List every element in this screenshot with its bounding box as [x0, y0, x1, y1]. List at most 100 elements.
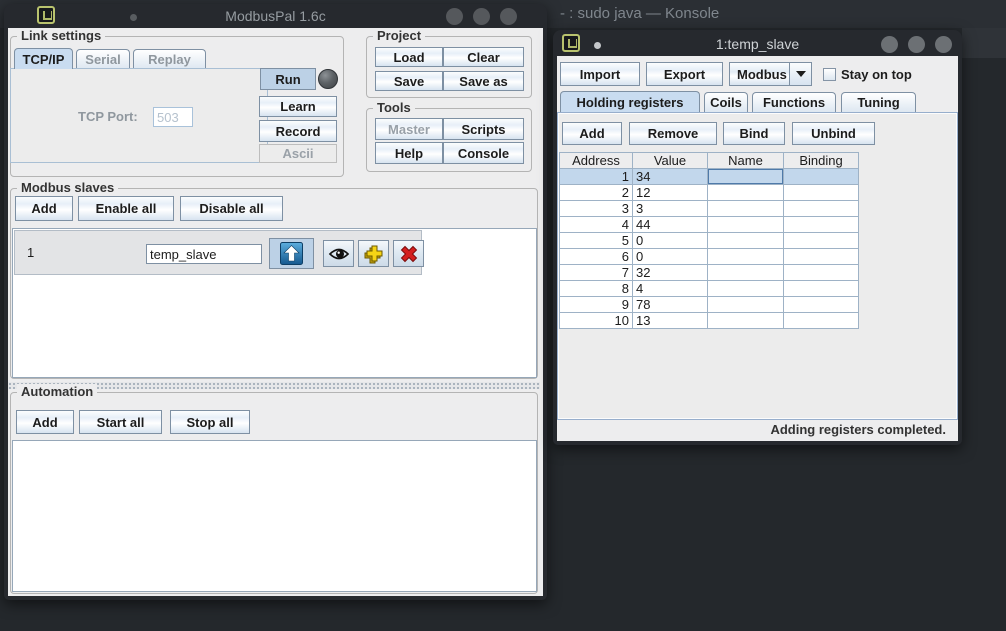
clear-button[interactable]: Clear — [443, 47, 524, 67]
cell-address[interactable]: 1 — [560, 169, 633, 185]
cell-value[interactable]: 12 — [633, 185, 708, 201]
slave-delete-button[interactable] — [393, 240, 424, 267]
table-row[interactable]: 134 — [560, 169, 859, 185]
cell-address[interactable]: 8 — [560, 281, 633, 297]
disable-all-button[interactable]: Disable all — [180, 196, 283, 221]
automation-add-button[interactable]: Add — [16, 410, 74, 434]
cell-address[interactable]: 2 — [560, 185, 633, 201]
cell-binding[interactable] — [784, 313, 859, 329]
table-row[interactable]: 33 — [560, 201, 859, 217]
cell-value[interactable]: 34 — [633, 169, 708, 185]
header-value[interactable]: Value — [633, 153, 708, 169]
enable-all-button[interactable]: Enable all — [78, 196, 174, 221]
cell-name[interactable] — [708, 249, 784, 265]
cell-binding[interactable] — [784, 249, 859, 265]
tcp-port-input[interactable]: 503 — [153, 107, 193, 127]
close-button[interactable] — [935, 36, 952, 53]
cell-binding[interactable] — [784, 265, 859, 281]
cell-binding[interactable] — [784, 185, 859, 201]
tab-coils[interactable]: Coils — [704, 92, 748, 112]
load-button[interactable]: Load — [375, 47, 443, 67]
tab-holding-registers[interactable]: Holding registers — [560, 91, 700, 112]
tab-serial[interactable]: Serial — [76, 49, 130, 69]
maximize-button[interactable] — [473, 8, 490, 25]
cell-address[interactable]: 10 — [560, 313, 633, 329]
app-icon[interactable] — [37, 6, 55, 24]
register-bind-button[interactable]: Bind — [723, 122, 785, 145]
slave-name-input[interactable]: temp_slave — [146, 244, 262, 264]
cell-value[interactable]: 0 — [633, 249, 708, 265]
slave-duplicate-button[interactable] — [358, 240, 389, 267]
console-button[interactable]: Console — [443, 142, 524, 164]
modbuspal-titlebar[interactable]: ModbusPal 1.6c — [4, 4, 547, 28]
table-row[interactable]: 212 — [560, 185, 859, 201]
cell-value[interactable]: 13 — [633, 313, 708, 329]
cell-name[interactable] — [708, 233, 784, 249]
cell-address[interactable]: 5 — [560, 233, 633, 249]
learn-button[interactable]: Learn — [259, 96, 337, 117]
tab-tuning[interactable]: Tuning — [841, 92, 916, 112]
cell-binding[interactable] — [784, 281, 859, 297]
maximize-button[interactable] — [908, 36, 925, 53]
cell-value[interactable]: 0 — [633, 233, 708, 249]
cell-name[interactable] — [708, 313, 784, 329]
import-button[interactable]: Import — [560, 62, 640, 86]
cell-name[interactable] — [708, 169, 784, 185]
chevron-down-icon[interactable] — [790, 63, 811, 85]
cell-address[interactable]: 7 — [560, 265, 633, 281]
cell-value[interactable]: 32 — [633, 265, 708, 281]
cell-name[interactable] — [708, 201, 784, 217]
cell-binding[interactable] — [784, 169, 859, 185]
cell-name[interactable] — [708, 297, 784, 313]
cell-address[interactable]: 6 — [560, 249, 633, 265]
scripts-button[interactable]: Scripts — [443, 118, 524, 140]
register-remove-button[interactable]: Remove — [629, 122, 717, 145]
start-all-button[interactable]: Start all — [79, 410, 162, 434]
cell-binding[interactable] — [784, 217, 859, 233]
table-row[interactable]: 732 — [560, 265, 859, 281]
slave-enable-toggle[interactable] — [269, 238, 314, 269]
table-row[interactable]: 84 — [560, 281, 859, 297]
cell-value[interactable]: 44 — [633, 217, 708, 233]
ascii-button[interactable]: Ascii — [259, 144, 337, 163]
close-button[interactable] — [500, 8, 517, 25]
header-address[interactable]: Address — [560, 153, 633, 169]
record-button[interactable]: Record — [259, 120, 337, 142]
cell-value[interactable]: 3 — [633, 201, 708, 217]
cell-name[interactable] — [708, 281, 784, 297]
table-row[interactable]: 444 — [560, 217, 859, 233]
master-button[interactable]: Master — [375, 118, 443, 140]
header-binding[interactable]: Binding — [784, 153, 859, 169]
minimize-button[interactable] — [446, 8, 463, 25]
run-button[interactable]: Run — [260, 68, 316, 90]
register-unbind-button[interactable]: Unbind — [792, 122, 875, 145]
cell-value[interactable]: 4 — [633, 281, 708, 297]
cell-binding[interactable] — [784, 201, 859, 217]
table-row[interactable]: 60 — [560, 249, 859, 265]
register-add-button[interactable]: Add — [562, 122, 622, 145]
temp-slave-titlebar[interactable]: 1:temp_slave — [553, 30, 962, 56]
tab-tcpip[interactable]: TCP/IP — [14, 48, 73, 69]
stay-on-top-checkbox[interactable] — [823, 68, 836, 81]
table-row[interactable]: 978 — [560, 297, 859, 313]
save-as-button[interactable]: Save as — [443, 71, 524, 91]
cell-address[interactable]: 9 — [560, 297, 633, 313]
protocol-combobox[interactable]: Modbus — [729, 62, 812, 86]
cell-address[interactable]: 3 — [560, 201, 633, 217]
cell-value[interactable]: 78 — [633, 297, 708, 313]
cell-address[interactable]: 4 — [560, 217, 633, 233]
cell-name[interactable] — [708, 217, 784, 233]
cell-name[interactable] — [708, 265, 784, 281]
slave-add-button[interactable]: Add — [15, 196, 73, 221]
export-button[interactable]: Export — [646, 62, 723, 86]
table-row[interactable]: 1013 — [560, 313, 859, 329]
slave-show-button[interactable] — [323, 240, 354, 267]
tab-functions[interactable]: Functions — [752, 92, 836, 112]
save-button[interactable]: Save — [375, 71, 443, 91]
help-button[interactable]: Help — [375, 142, 443, 164]
tab-replay[interactable]: Replay — [133, 49, 206, 69]
minimize-button[interactable] — [881, 36, 898, 53]
table-row[interactable]: 50 — [560, 233, 859, 249]
cell-name[interactable] — [708, 185, 784, 201]
slave-row[interactable]: 1 temp_slave — [14, 230, 422, 275]
